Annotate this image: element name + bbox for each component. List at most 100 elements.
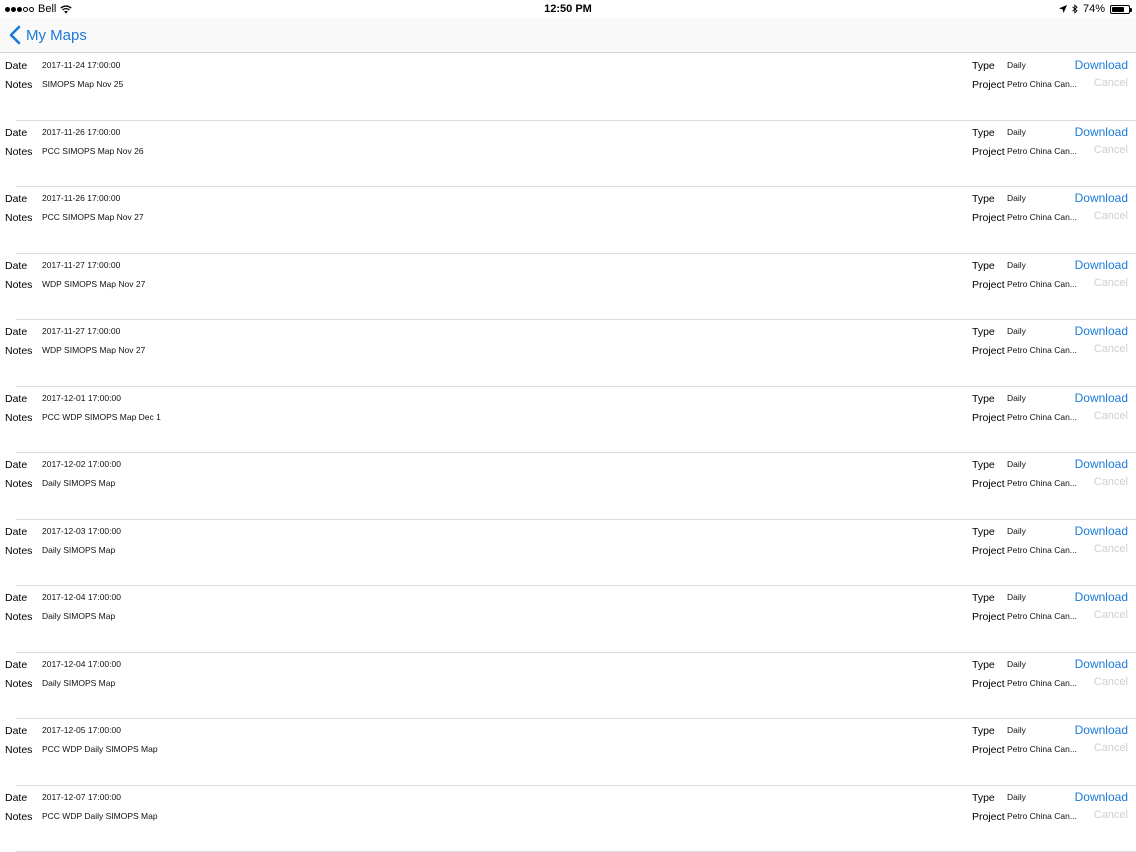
type-label: Type: [972, 459, 995, 471]
cancel-button[interactable]: Cancel: [1094, 809, 1128, 821]
notes-value: Daily SIMOPS Map: [42, 478, 116, 488]
project-label: Project: [972, 478, 1005, 490]
date-label: Date: [5, 658, 28, 671]
notes-label: Notes: [5, 79, 33, 91]
location-arrow-icon: [1058, 5, 1067, 13]
notes-value: PCC WDP Daily SIMOPS Map: [42, 810, 158, 821]
notes-label: Notes: [5, 278, 33, 291]
status-right: 74%: [1058, 3, 1132, 15]
date-value: 2017-11-24 17:00:00: [42, 60, 121, 70]
project-label: Project: [972, 411, 1005, 424]
date-value: 2017-12-05 17:00:00: [42, 725, 121, 735]
type-value: Daily: [1007, 459, 1026, 469]
back-button-label: My Maps: [26, 26, 87, 44]
download-button[interactable]: Download: [1075, 590, 1128, 604]
notes-value: Daily SIMOPS Map: [42, 611, 116, 621]
notes-value: WDP SIMOPS Map Nov 27: [42, 345, 146, 355]
download-button[interactable]: Download: [1075, 657, 1128, 671]
project-label: Project: [972, 345, 1005, 357]
type-value: Daily: [1007, 126, 1026, 137]
map-row: Date 2017-12-03 17:00:00 Notes Daily SIM…: [5, 520, 1136, 586]
type-value: Daily: [1007, 592, 1026, 602]
type-label: Type: [972, 193, 995, 205]
notes-label: Notes: [5, 611, 33, 623]
download-button[interactable]: Download: [1075, 324, 1128, 338]
download-button[interactable]: Download: [1075, 790, 1128, 804]
cancel-button[interactable]: Cancel: [1094, 742, 1128, 754]
cancel-button[interactable]: Cancel: [1094, 77, 1128, 89]
notes-value: Daily SIMOPS Map: [42, 544, 116, 555]
cancel-button[interactable]: Cancel: [1094, 410, 1128, 422]
map-row: Date 2017-12-07 17:00:00 Notes PCC WDP D…: [5, 786, 1136, 852]
type-label: Type: [972, 259, 995, 272]
type-label: Type: [972, 658, 995, 671]
date-value: 2017-11-26 17:00:00: [42, 126, 121, 137]
project-value: Petro China Can...: [1007, 212, 1077, 222]
date-label: Date: [5, 459, 28, 471]
type-value: Daily: [1007, 725, 1026, 735]
project-label: Project: [972, 212, 1005, 224]
cancel-button[interactable]: Cancel: [1094, 676, 1128, 688]
date-value: 2017-11-27 17:00:00: [42, 259, 121, 270]
download-button[interactable]: Download: [1075, 58, 1128, 72]
date-value: 2017-11-27 17:00:00: [42, 326, 121, 336]
date-label: Date: [5, 259, 28, 272]
date-label: Date: [5, 525, 28, 538]
back-button[interactable]: My Maps: [8, 25, 87, 45]
notes-value: PCC SIMOPS Map Nov 26: [42, 145, 144, 156]
download-button[interactable]: Download: [1075, 723, 1128, 737]
battery-percent: 74%: [1082, 3, 1105, 15]
type-value: Daily: [1007, 392, 1026, 403]
type-label: Type: [972, 60, 995, 72]
project-value: Petro China Can...: [1007, 478, 1077, 488]
download-button[interactable]: Download: [1075, 457, 1128, 471]
cancel-button[interactable]: Cancel: [1094, 343, 1128, 355]
date-label: Date: [5, 592, 28, 604]
notes-value: SIMOPS Map Nov 25: [42, 79, 124, 89]
navigation-bar: My Maps: [0, 18, 1136, 53]
cancel-button[interactable]: Cancel: [1094, 543, 1128, 555]
map-row: Date 2017-12-05 17:00:00 Notes PCC WDP D…: [5, 719, 1136, 786]
notes-value: Daily SIMOPS Map: [42, 677, 116, 688]
map-row: Date 2017-11-26 17:00:00 Notes PCC SIMOP…: [5, 121, 1136, 187]
project-value: Petro China Can...: [1007, 345, 1077, 355]
map-row: Date 2017-11-27 17:00:00 Notes WDP SIMOP…: [5, 320, 1136, 387]
date-label: Date: [5, 193, 28, 205]
project-label: Project: [972, 744, 1005, 756]
cancel-button[interactable]: Cancel: [1094, 609, 1128, 621]
type-value: Daily: [1007, 193, 1026, 203]
date-label: Date: [5, 392, 28, 405]
type-value: Daily: [1007, 326, 1026, 336]
map-list: Date 2017-11-24 17:00:00 Notes SIMOPS Ma…: [0, 54, 1136, 852]
notes-label: Notes: [5, 411, 33, 424]
download-button[interactable]: Download: [1075, 258, 1128, 272]
project-value: Petro China Can...: [1007, 611, 1077, 621]
project-value: Petro China Can...: [1007, 744, 1077, 754]
download-button[interactable]: Download: [1075, 391, 1128, 405]
download-button[interactable]: Download: [1075, 125, 1128, 139]
cancel-button[interactable]: Cancel: [1094, 476, 1128, 488]
battery-icon: [1110, 4, 1132, 14]
download-button[interactable]: Download: [1075, 524, 1128, 538]
cancel-button[interactable]: Cancel: [1094, 210, 1128, 222]
notes-label: Notes: [5, 544, 33, 557]
project-value: Petro China Can...: [1007, 79, 1077, 89]
download-button[interactable]: Download: [1075, 191, 1128, 205]
notes-label: Notes: [5, 345, 33, 357]
notes-label: Notes: [5, 744, 33, 756]
status-bar: Bell 12:50 PM 74%: [0, 0, 1136, 18]
project-value: Petro China Can...: [1007, 677, 1077, 688]
notes-value: WDP SIMOPS Map Nov 27: [42, 278, 146, 289]
type-label: Type: [972, 725, 995, 737]
project-label: Project: [972, 79, 1005, 91]
type-label: Type: [972, 326, 995, 338]
project-label: Project: [972, 611, 1005, 623]
cancel-button[interactable]: Cancel: [1094, 144, 1128, 156]
notes-label: Notes: [5, 212, 33, 224]
date-value: 2017-12-04 17:00:00: [42, 592, 121, 602]
battery-fill: [1112, 6, 1124, 12]
map-row: Date 2017-12-04 17:00:00 Notes Daily SIM…: [5, 586, 1136, 653]
cancel-button[interactable]: Cancel: [1094, 277, 1128, 289]
date-label: Date: [5, 725, 28, 737]
type-value: Daily: [1007, 60, 1026, 70]
